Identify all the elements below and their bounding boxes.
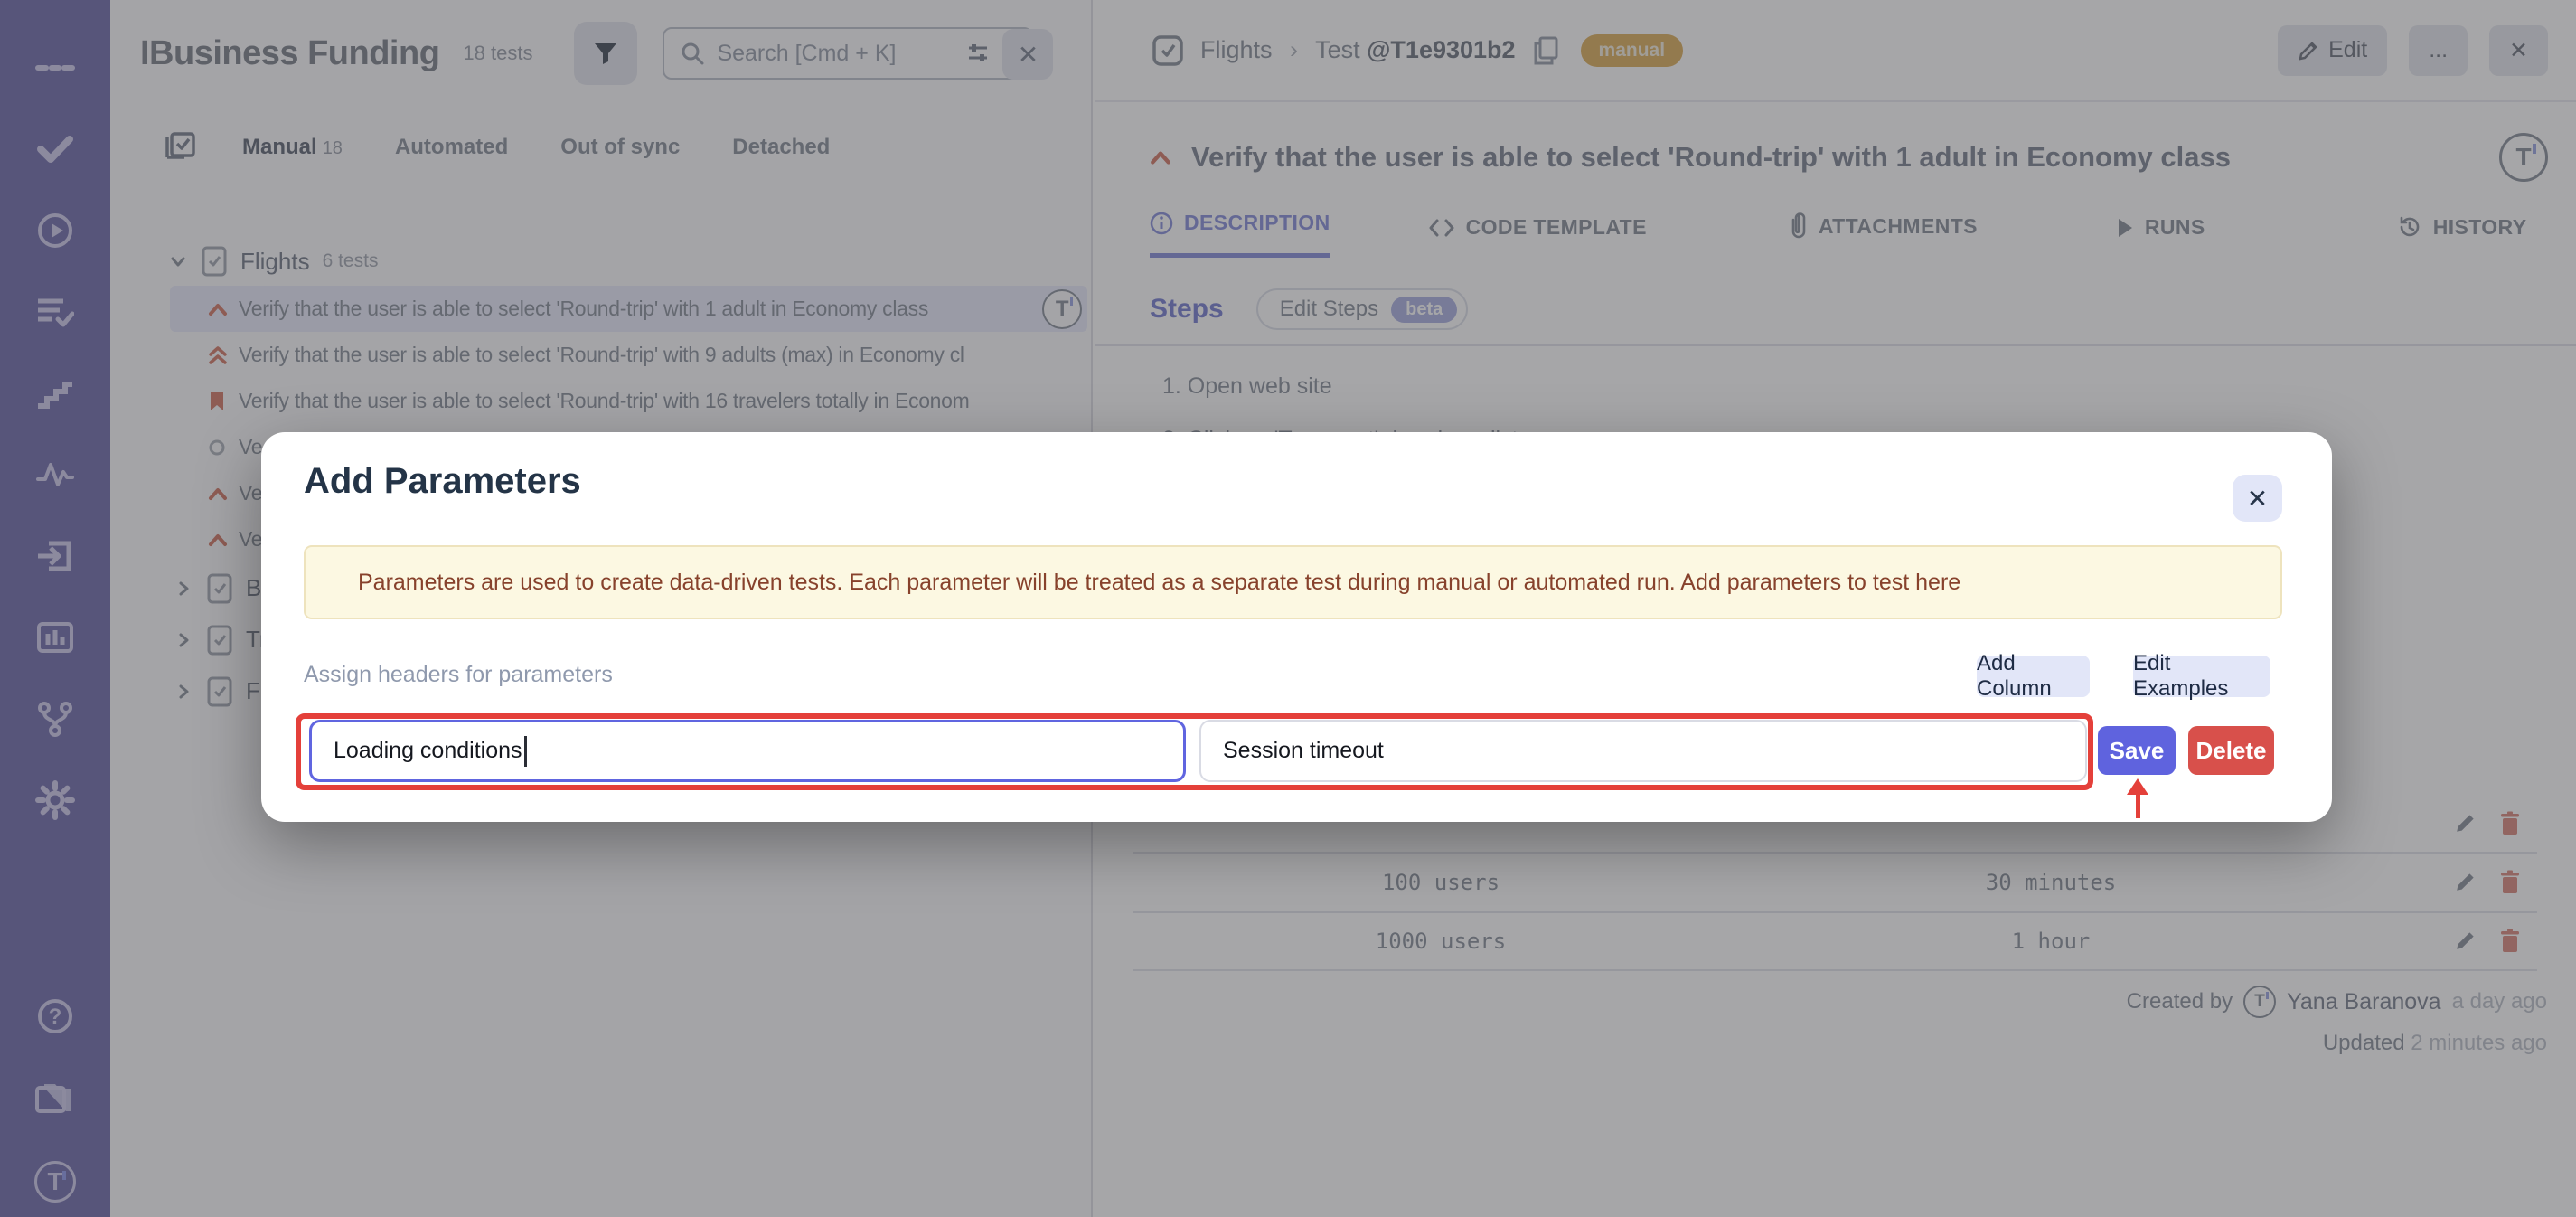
close-icon: ✕ bbox=[2247, 484, 2268, 514]
app-root: ? T IBusiness Funding 18 tests Search [C… bbox=[0, 0, 2576, 1217]
save-button[interactable]: Save bbox=[2098, 726, 2176, 775]
modal-title: Add Parameters bbox=[304, 461, 581, 502]
info-banner: Parameters are used to create data-drive… bbox=[304, 545, 2282, 619]
add-column-button[interactable]: Add Column bbox=[1977, 656, 2090, 697]
text-cursor bbox=[524, 736, 527, 767]
parameter-header-input-1[interactable]: Loading conditions bbox=[309, 720, 1186, 782]
delete-button[interactable]: Delete bbox=[2188, 726, 2274, 775]
add-parameters-modal: Add Parameters ✕ Parameters are used to … bbox=[261, 432, 2332, 822]
modal-close-button[interactable]: ✕ bbox=[2233, 475, 2282, 522]
assign-headers-label: Assign headers for parameters bbox=[304, 662, 613, 688]
annotation-arrow bbox=[2120, 778, 2156, 818]
parameter-header-input-2[interactable]: Session timeout bbox=[1199, 720, 2087, 782]
edit-examples-button[interactable]: Edit Examples bbox=[2133, 656, 2270, 697]
